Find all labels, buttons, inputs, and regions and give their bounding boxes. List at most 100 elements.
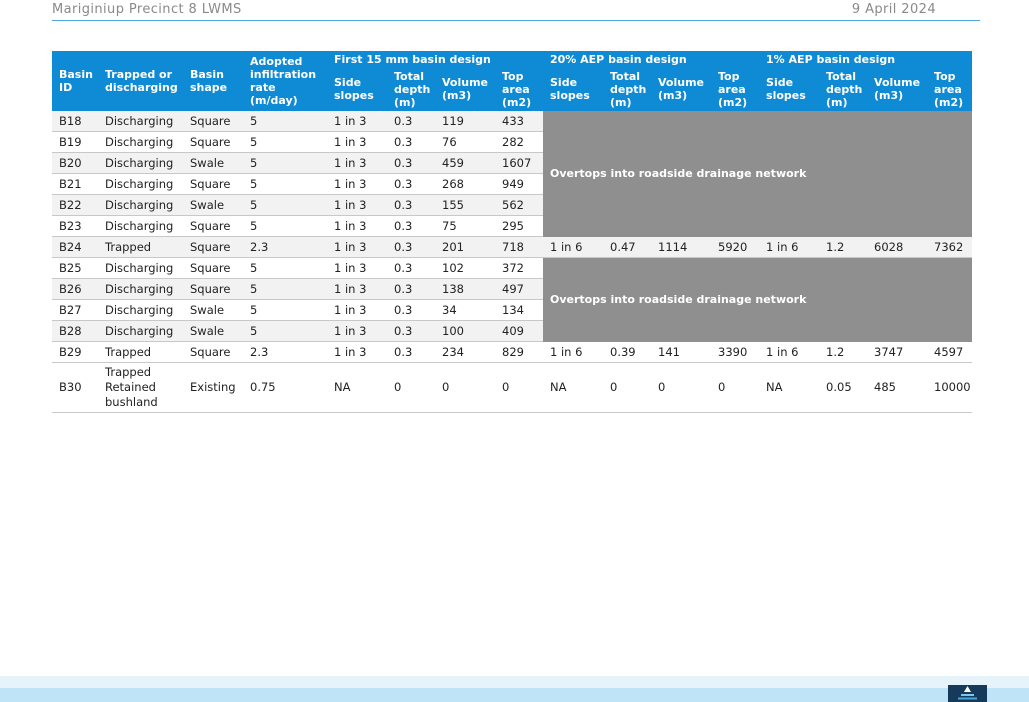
- table-cell: 1 in 3: [327, 299, 387, 321]
- footer-band-light: [0, 676, 1029, 688]
- table-row: B29 Trapped Square 2.3 1 in 3 0.3 234 829 1 in 6…: [52, 341, 973, 363]
- table-cell: 0: [603, 362, 651, 413]
- table-cell: Swale: [183, 299, 243, 321]
- col-header-total-depth: Total depth (m): [387, 67, 435, 111]
- table-cell: Square: [183, 215, 243, 237]
- table-cell: 459: [435, 152, 495, 174]
- table-cell: 5: [243, 320, 327, 342]
- table-cell: 372: [495, 257, 543, 279]
- table-cell: 1 in 3: [327, 320, 387, 342]
- table-cell: 497: [495, 278, 543, 300]
- table-cell: 155: [435, 194, 495, 216]
- table-row: B25 Discharging Square 5 1 in 3 0.3 102 372 Over…: [52, 257, 973, 342]
- table-cell: 1 in 6: [759, 236, 820, 258]
- table-cell: 1 in 6: [543, 341, 603, 363]
- table-row: B18 Discharging Square 5 1 in 3 0.3 119 433 Over…: [52, 111, 973, 237]
- group-header-first-15mm: First 15 mm basin design: [327, 51, 543, 67]
- table-cell: 100: [435, 320, 495, 342]
- table-cell: 0.3: [387, 236, 435, 258]
- table-cell: 949: [495, 173, 543, 195]
- table-cell: 1.2: [819, 236, 868, 258]
- table-cell: 1 in 3: [327, 194, 387, 216]
- table-cell: 1 in 6: [543, 236, 603, 258]
- table-cell: 5: [243, 194, 327, 216]
- col-header-side-slopes: Side slopes: [543, 67, 603, 111]
- table-cell: 1 in 3: [327, 236, 387, 258]
- table-cell: 0.3: [387, 278, 435, 300]
- table-cell: NA: [327, 362, 387, 413]
- table-cell: B30: [52, 362, 98, 413]
- footer-band: [0, 688, 1029, 702]
- table-cell: Discharging: [98, 215, 183, 237]
- table-cell: Square: [183, 111, 243, 132]
- table-cell: 119: [435, 111, 495, 132]
- table-cell: 0: [651, 362, 711, 413]
- table-cell: 234: [435, 341, 495, 363]
- table-cell: 0.3: [387, 111, 435, 132]
- table-cell: B22: [52, 194, 98, 216]
- col-header-top-area: Top area (m2): [927, 67, 973, 111]
- table-cell: 7362: [927, 236, 973, 258]
- table-cell: 0: [711, 362, 760, 413]
- table-cell: 5920: [711, 236, 760, 258]
- table-cell: 295: [495, 215, 543, 237]
- table-cell: 1 in 3: [327, 215, 387, 237]
- table-row: B24 Trapped Square 2.3 1 in 3 0.3 201 718 1 in 6…: [52, 236, 973, 258]
- table-cell: B18: [52, 111, 98, 132]
- table-cell: Discharging: [98, 257, 183, 279]
- table-cell: B23: [52, 215, 98, 237]
- table-cell: 0.47: [603, 236, 651, 258]
- table-cell: NA: [543, 362, 603, 413]
- table-cell: 5: [243, 131, 327, 153]
- table-cell: B29: [52, 341, 98, 363]
- overtop-note: Overtops into roadside drainage network: [543, 257, 973, 342]
- col-header-total-depth: Total depth (m): [603, 67, 651, 111]
- table-cell: 5: [243, 173, 327, 195]
- table-cell: Swale: [183, 194, 243, 216]
- col-header-side-slopes: Side slopes: [327, 67, 387, 111]
- table-cell: 0.3: [387, 194, 435, 216]
- table-cell: 1 in 3: [327, 173, 387, 195]
- table-cell: 1114: [651, 236, 711, 258]
- table-cell: 282: [495, 131, 543, 153]
- table-cell: Discharging: [98, 152, 183, 174]
- table-cell: Trapped: [98, 341, 183, 363]
- col-header-total-depth: Total depth (m): [819, 67, 868, 111]
- col-header-infiltration-rate: Adopted infiltration rate (m/day): [243, 51, 327, 111]
- table-cell: 75: [435, 215, 495, 237]
- col-header-volume: Volume (m3): [435, 67, 495, 111]
- table-cell: 5: [243, 111, 327, 132]
- table-cell: 141: [651, 341, 711, 363]
- table-cell: Discharging: [98, 320, 183, 342]
- table-cell: 1 in 3: [327, 341, 387, 363]
- table-cell: 1607: [495, 152, 543, 174]
- table-cell: 3747: [867, 341, 928, 363]
- table-cell: 5: [243, 152, 327, 174]
- table-cell: 268: [435, 173, 495, 195]
- table-cell: 2.3: [243, 236, 327, 258]
- table-cell: 2.3: [243, 341, 327, 363]
- col-header-volume: Volume (m3): [651, 67, 711, 111]
- table-cell: 1 in 6: [759, 341, 820, 363]
- table-cell: Square: [183, 341, 243, 363]
- col-header-basin-id: Basin ID: [52, 51, 98, 111]
- col-header-basin-shape: Basin shape: [183, 51, 243, 111]
- col-header-side-slopes: Side slopes: [759, 67, 820, 111]
- table-cell: Discharging: [98, 299, 183, 321]
- table-cell: 0.3: [387, 257, 435, 279]
- table-cell: 1 in 3: [327, 152, 387, 174]
- table-cell: 0.3: [387, 173, 435, 195]
- table-cell: 5: [243, 215, 327, 237]
- table-cell: 1 in 3: [327, 131, 387, 153]
- table-cell: 76: [435, 131, 495, 153]
- basin-design-table: Basin ID Trapped or discharging Basin sh…: [52, 51, 973, 413]
- table-cell: NA: [759, 362, 820, 413]
- table-cell: 562: [495, 194, 543, 216]
- table-cell: 829: [495, 341, 543, 363]
- table-cell: 0.3: [387, 341, 435, 363]
- table-cell: B21: [52, 173, 98, 195]
- table-cell: B19: [52, 131, 98, 153]
- water-drop-logo-icon: [948, 685, 987, 702]
- table-cell: 0.3: [387, 152, 435, 174]
- table-cell: 485: [867, 362, 928, 413]
